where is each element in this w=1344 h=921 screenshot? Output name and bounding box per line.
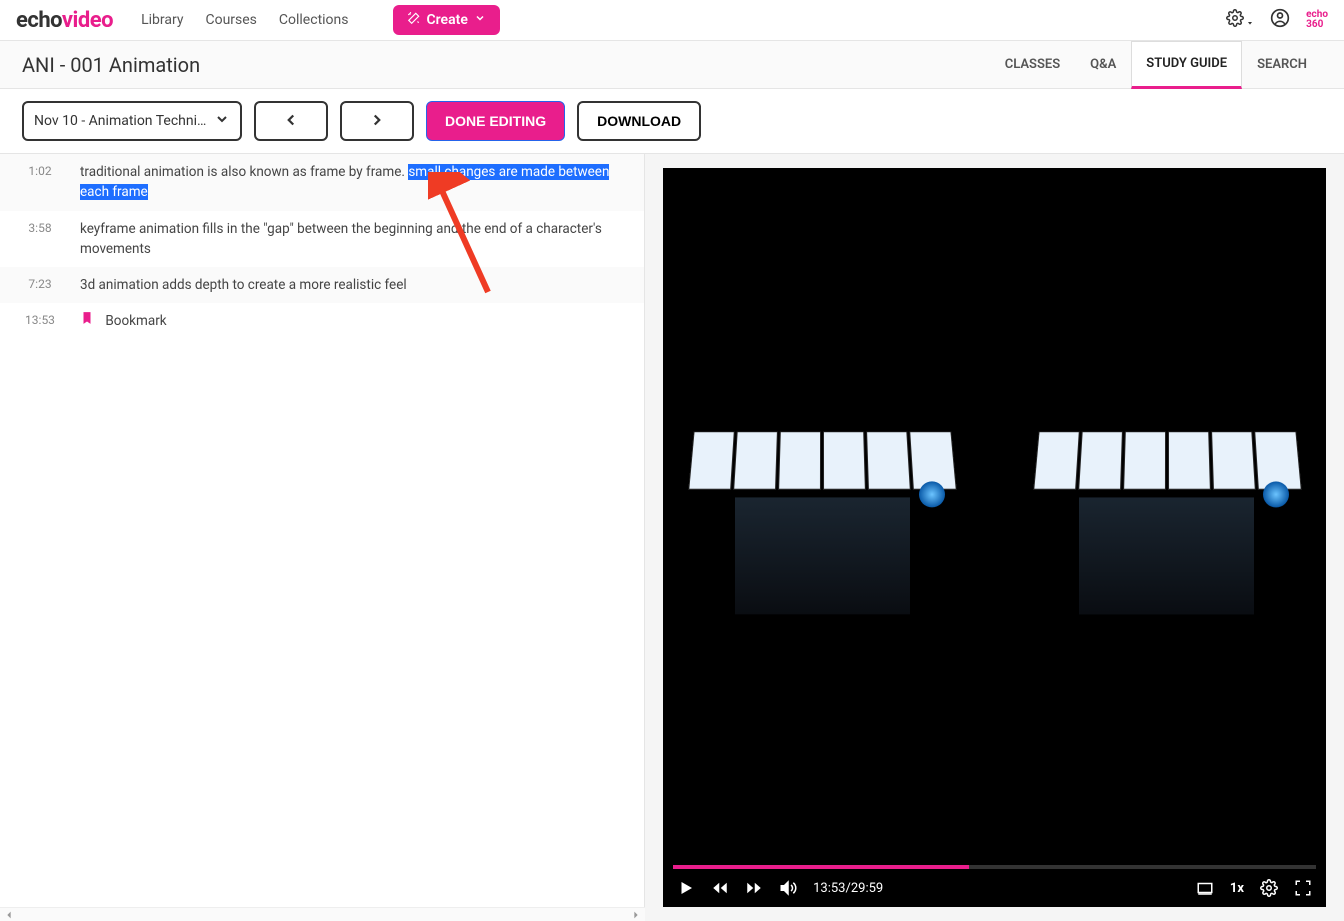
nav-links: Library Courses Collections Create xyxy=(141,5,500,35)
settings-gear-icon[interactable] xyxy=(1226,9,1254,31)
note-row[interactable]: 7:23 3d animation adds depth to create a… xyxy=(0,267,644,303)
video-pane: 13:53/29:59 1x xyxy=(645,154,1344,921)
done-editing-button[interactable]: DONE EDITING xyxy=(426,101,565,141)
note-row[interactable]: 3:58 keyframe animation fills in the "ga… xyxy=(0,211,644,268)
note-row[interactable]: 1:02 traditional animation is also known… xyxy=(0,154,644,211)
wand-icon xyxy=(407,11,421,29)
fast-forward-icon[interactable] xyxy=(745,879,763,897)
next-session-button[interactable] xyxy=(340,101,414,141)
chevron-down-icon xyxy=(474,12,486,28)
fullscreen-icon[interactable] xyxy=(1294,879,1312,897)
session-dropdown-label: Nov 10 - Animation Techniqu... xyxy=(34,113,214,129)
corner-brand-l2: 360 xyxy=(1306,20,1328,30)
video-frame-left xyxy=(676,419,968,614)
note-text[interactable]: keyframe animation fills in the "gap" be… xyxy=(80,219,634,260)
video-frame-right xyxy=(1021,419,1313,614)
nav-library[interactable]: Library xyxy=(141,12,183,28)
corner-brand[interactable]: echo 360 xyxy=(1306,10,1328,30)
nav-icons: echo 360 xyxy=(1226,8,1328,32)
note-time: 3:58 xyxy=(10,219,70,260)
course-tabs: CLASSES Q&A STUDY GUIDE SEARCH xyxy=(990,41,1322,89)
note-time: 7:23 xyxy=(10,275,70,295)
note-text[interactable]: traditional animation is also known as f… xyxy=(80,162,634,203)
create-label: Create xyxy=(427,12,468,28)
scroll-left-icon[interactable] xyxy=(4,905,14,921)
course-title: ANI - 001 Animation xyxy=(22,53,200,77)
note-row[interactable]: 13:53 Bookmark xyxy=(0,303,644,339)
tab-study-guide[interactable]: STUDY GUIDE xyxy=(1131,41,1242,89)
brand-logo[interactable]: echovideo xyxy=(16,8,113,33)
chevron-down-icon xyxy=(214,111,230,131)
note-text[interactable]: 3d animation adds depth to create a more… xyxy=(80,275,634,295)
note-time: 13:53 xyxy=(10,311,70,331)
rewind-icon[interactable] xyxy=(711,879,729,897)
download-button[interactable]: DOWNLOAD xyxy=(577,101,701,141)
volume-icon[interactable] xyxy=(779,879,797,897)
create-button[interactable]: Create xyxy=(393,5,500,35)
video-player[interactable]: 13:53/29:59 1x xyxy=(663,168,1326,907)
session-dropdown[interactable]: Nov 10 - Animation Techniqu... xyxy=(22,101,242,141)
chevron-right-icon xyxy=(368,111,386,132)
scroll-right-icon[interactable] xyxy=(631,905,641,921)
chevron-left-icon xyxy=(282,111,300,132)
progress-bar[interactable] xyxy=(673,865,1316,869)
note-text-pre: traditional animation is also known as f… xyxy=(80,164,408,180)
top-nav: echovideo Library Courses Collections Cr… xyxy=(0,0,1344,41)
course-header: ANI - 001 Animation CLASSES Q&A STUDY GU… xyxy=(0,41,1344,89)
content-area: 1:02 traditional animation is also known… xyxy=(0,154,1344,921)
notes-pane[interactable]: 1:02 traditional animation is also known… xyxy=(0,154,645,921)
account-icon[interactable] xyxy=(1270,8,1290,32)
note-time: 1:02 xyxy=(10,162,70,203)
player-controls: 13:53/29:59 1x xyxy=(663,869,1326,907)
progress-fill xyxy=(673,865,969,869)
horizontal-scrollbar[interactable] xyxy=(0,907,645,921)
nav-collections[interactable]: Collections xyxy=(279,12,349,28)
prev-session-button[interactable] xyxy=(254,101,328,141)
bookmark-entry[interactable]: Bookmark xyxy=(80,311,634,331)
play-icon[interactable] xyxy=(677,879,695,897)
brand-part1: echo xyxy=(16,8,62,33)
time-display: 13:53/29:59 xyxy=(813,881,883,896)
playback-speed[interactable]: 1x xyxy=(1230,881,1244,896)
brand-part2: video xyxy=(62,8,113,33)
bookmark-icon xyxy=(80,313,97,329)
tab-qa[interactable]: Q&A xyxy=(1075,41,1131,89)
video-canvas[interactable] xyxy=(663,168,1326,865)
tab-classes[interactable]: CLASSES xyxy=(990,41,1075,89)
nav-courses[interactable]: Courses xyxy=(205,12,256,28)
bookmark-label: Bookmark xyxy=(105,313,166,329)
tab-search[interactable]: SEARCH xyxy=(1242,41,1322,89)
layout-icon[interactable] xyxy=(1196,879,1214,897)
session-toolbar: Nov 10 - Animation Techniqu... DONE EDIT… xyxy=(0,89,1344,154)
player-settings-icon[interactable] xyxy=(1260,879,1278,897)
